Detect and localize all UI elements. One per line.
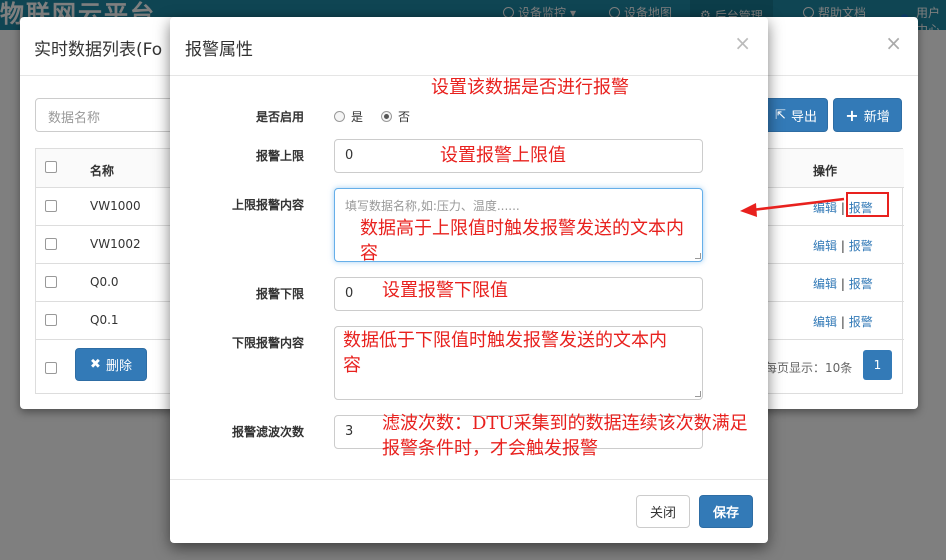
annotation-arrow [740,197,845,217]
